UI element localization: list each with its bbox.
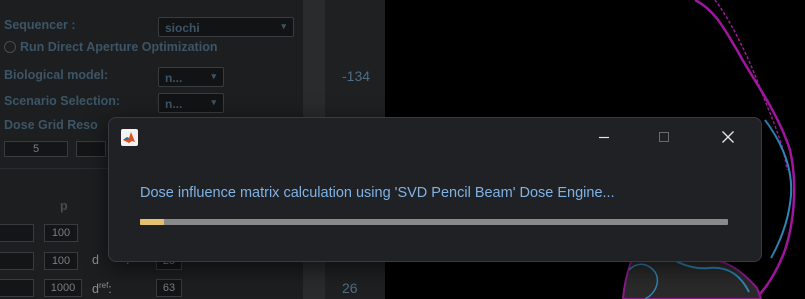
row2-input[interactable]: 100 — [44, 252, 78, 270]
row3-select[interactable] — [0, 279, 34, 297]
bio-model-select-value: n... — [165, 71, 183, 85]
dref-label: dref: — [92, 281, 112, 297]
sequencer-select-value: siochi — [165, 21, 200, 35]
minimize-button[interactable] — [581, 118, 627, 156]
scenario-select-value: n... — [165, 97, 183, 111]
scenario-label: Scenario Selection: — [4, 94, 121, 108]
dose-grid-label: Dose Grid Reso — [4, 118, 98, 132]
slice-value-bottom: 26 — [342, 280, 358, 296]
row2-select[interactable] — [0, 252, 34, 270]
row1-input[interactable]: 100 — [44, 224, 78, 242]
chevron-down-icon: ▾ — [211, 71, 216, 81]
close-button[interactable] — [705, 118, 751, 156]
slice-value-top: -134 — [342, 68, 371, 84]
sequencer-label: Sequencer : — [4, 18, 76, 32]
chevron-down-icon: ▾ — [211, 97, 216, 107]
d-label: d — [92, 253, 99, 267]
sequencer-select[interactable]: siochi ▾ — [158, 17, 294, 37]
run-dao-label: Run Direct Aperture Optimization — [20, 40, 218, 54]
bio-model-select[interactable]: n... ▾ — [158, 67, 224, 87]
run-dao-radio[interactable] — [4, 41, 16, 53]
progress-bar-fill — [140, 219, 164, 225]
chevron-down-icon: ▾ — [281, 21, 286, 31]
param-p-label: p — [60, 199, 68, 213]
dialog-titlebar[interactable] — [109, 118, 761, 156]
maximize-icon — [659, 132, 669, 142]
scenario-select[interactable]: n... ▾ — [158, 93, 224, 113]
dose-grid-input-y[interactable] — [76, 141, 106, 157]
maximize-button[interactable] — [641, 118, 687, 156]
close-icon — [722, 131, 734, 143]
bio-model-label: Biological model: — [4, 68, 109, 82]
matlab-icon — [121, 129, 138, 146]
progress-message: Dose influence matrix calculation using … — [140, 185, 615, 201]
progress-bar — [140, 219, 728, 225]
minimize-icon — [599, 136, 609, 139]
progress-dialog: Dose influence matrix calculation using … — [108, 117, 762, 262]
row1-select[interactable] — [0, 224, 34, 242]
dose-grid-input-x[interactable]: 5 — [4, 141, 68, 157]
row3-input[interactable]: 1000 — [44, 279, 82, 297]
dref-value-input[interactable]: 63 — [156, 279, 182, 297]
